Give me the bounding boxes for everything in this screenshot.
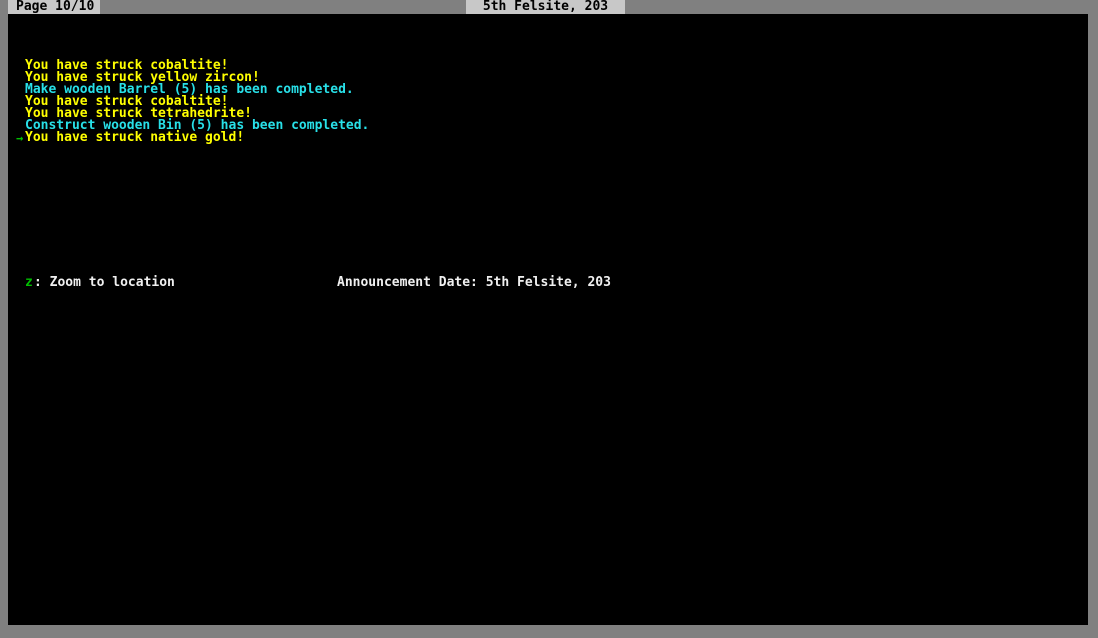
date-indicator: 5th Felsite, 203 <box>466 0 625 14</box>
terminal-viewport: You have struck cobaltite! You have struc… <box>8 14 1088 625</box>
zoom-hotkey-label[interactable]: : Zoom to location <box>34 276 175 290</box>
announcement-message-log: You have struck cobaltite! You have struc… <box>16 24 369 144</box>
game-window: Page 10/10 5th Felsite, 203 You have str… <box>0 0 1098 638</box>
arrow-right-icon: → <box>16 131 24 145</box>
message-text: You have struck native gold! <box>25 130 245 145</box>
footer-row: z : Zoom to location Announcement Date: … <box>16 276 1076 290</box>
zoom-hotkey-key[interactable]: z <box>25 276 33 290</box>
announcement-date-text: Announcement Date: 5th Felsite, 203 <box>337 275 611 290</box>
page-indicator: Page 10/10 <box>8 0 101 14</box>
message-line: → You have struck native gold! <box>16 130 369 145</box>
